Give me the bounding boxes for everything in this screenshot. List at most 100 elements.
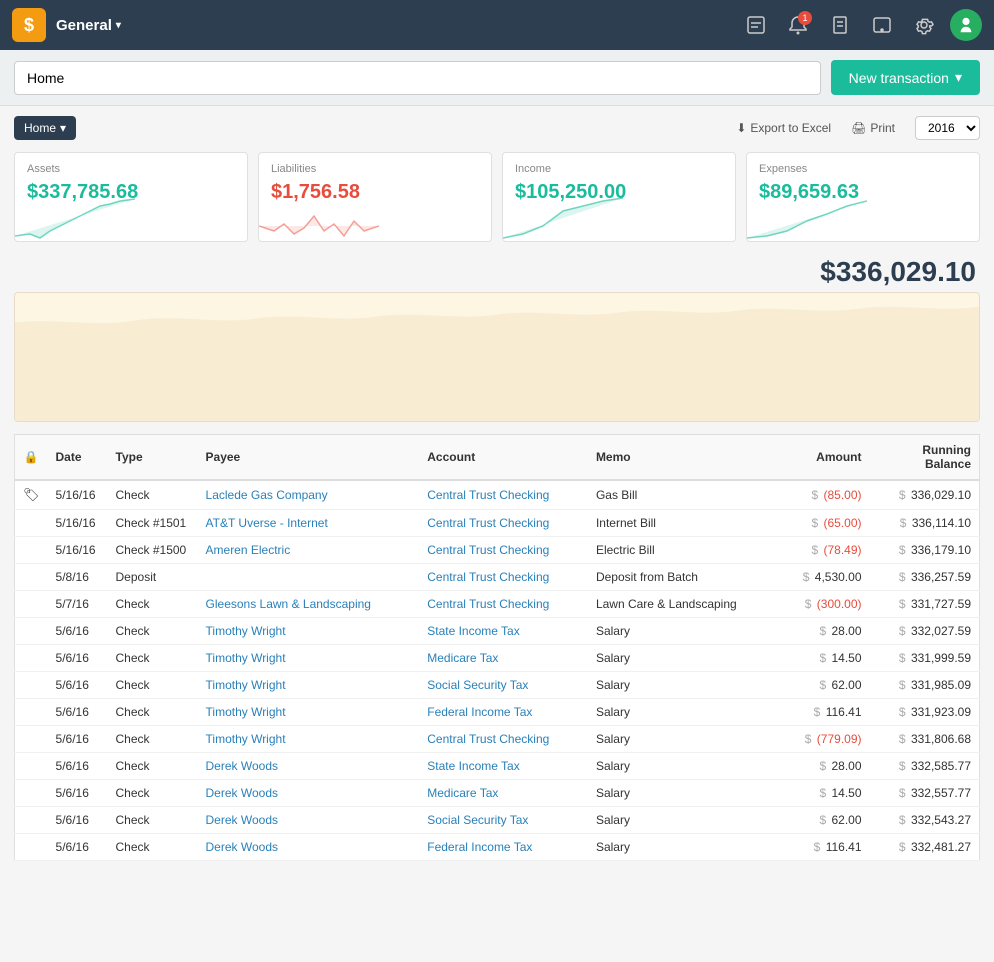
- payee-cell[interactable]: Timothy Wright: [198, 645, 420, 672]
- account-link[interactable]: Medicare Tax: [427, 786, 498, 800]
- home-button[interactable]: Home ▾: [14, 116, 76, 140]
- payee-cell[interactable]: Timothy Wright: [198, 726, 420, 753]
- payee-link[interactable]: Derek Woods: [206, 813, 278, 827]
- account-link[interactable]: Central Trust Checking: [427, 732, 549, 746]
- account-cell[interactable]: Social Security Tax: [419, 807, 588, 834]
- payee-cell[interactable]: Derek Woods: [198, 753, 420, 780]
- date-cell: 5/6/16: [48, 726, 108, 753]
- account-cell[interactable]: State Income Tax: [419, 618, 588, 645]
- flag-cell: [15, 564, 48, 591]
- user-avatar[interactable]: [950, 9, 982, 41]
- account-cell[interactable]: Central Trust Checking: [419, 564, 588, 591]
- payee-cell[interactable]: Timothy Wright: [198, 672, 420, 699]
- table-row[interactable]: 5/6/16 Check Derek Woods Federal Income …: [15, 834, 980, 861]
- payee-link[interactable]: Timothy Wright: [206, 678, 286, 692]
- export-excel-link[interactable]: ⬇ Export to Excel: [736, 121, 831, 135]
- account-link[interactable]: Social Security Tax: [427, 813, 528, 827]
- table-row[interactable]: 5/7/16 Check Gleesons Lawn & Landscaping…: [15, 591, 980, 618]
- memo-header[interactable]: Memo: [588, 435, 780, 481]
- table-row[interactable]: 5/6/16 Check Timothy Wright State Income…: [15, 618, 980, 645]
- home-select[interactable]: Home: [14, 61, 821, 95]
- notification-icon[interactable]: 1: [782, 9, 814, 41]
- settings-icon[interactable]: [908, 9, 940, 41]
- account-cell[interactable]: Central Trust Checking: [419, 510, 588, 537]
- date-header[interactable]: Date: [48, 435, 108, 481]
- account-link[interactable]: State Income Tax: [427, 759, 520, 773]
- new-transaction-button[interactable]: New transaction ▾: [831, 60, 980, 95]
- account-cell[interactable]: State Income Tax: [419, 753, 588, 780]
- table-row[interactable]: 5/16/16 Check #1501 AT&T Uverse - Intern…: [15, 510, 980, 537]
- payee-link[interactable]: Timothy Wright: [206, 705, 286, 719]
- payee-cell[interactable]: Timothy Wright: [198, 699, 420, 726]
- account-link[interactable]: Central Trust Checking: [427, 597, 549, 611]
- table-row[interactable]: 5/6/16 Check Timothy Wright Social Secur…: [15, 672, 980, 699]
- table-row[interactable]: 5/16/16 Check #1500 Ameren Electric Cent…: [15, 537, 980, 564]
- payee-link[interactable]: Gleesons Lawn & Landscaping: [206, 597, 371, 611]
- payee-cell[interactable]: [198, 564, 420, 591]
- table-row[interactable]: 5/8/16 Deposit Central Trust Checking De…: [15, 564, 980, 591]
- app-title[interactable]: General ▾: [56, 17, 121, 34]
- payee-cell[interactable]: Derek Woods: [198, 780, 420, 807]
- table-row[interactable]: 🏷 5/16/16 Check Laclede Gas Company Cent…: [15, 480, 980, 510]
- tablet-icon[interactable]: [866, 9, 898, 41]
- account-cell[interactable]: Social Security Tax: [419, 672, 588, 699]
- account-cell[interactable]: Central Trust Checking: [419, 480, 588, 510]
- account-link[interactable]: Central Trust Checking: [427, 488, 549, 502]
- payee-link[interactable]: Timothy Wright: [206, 732, 286, 746]
- type-cell: Deposit: [108, 564, 198, 591]
- amount-header[interactable]: Amount: [780, 435, 870, 481]
- amount-value: 28.00: [831, 759, 861, 773]
- account-cell[interactable]: Medicare Tax: [419, 780, 588, 807]
- payee-cell[interactable]: Gleesons Lawn & Landscaping: [198, 591, 420, 618]
- payee-cell[interactable]: Ameren Electric: [198, 537, 420, 564]
- payee-cell[interactable]: Derek Woods: [198, 834, 420, 861]
- balance-value: 336,029.10: [911, 488, 971, 502]
- payee-link[interactable]: AT&T Uverse - Internet: [206, 516, 328, 530]
- payee-link[interactable]: Ameren Electric: [206, 543, 291, 557]
- table-row[interactable]: 5/6/16 Check Timothy Wright Medicare Tax…: [15, 645, 980, 672]
- account-link[interactable]: Medicare Tax: [427, 651, 498, 665]
- year-select[interactable]: 2016: [915, 116, 980, 140]
- account-link[interactable]: Central Trust Checking: [427, 570, 549, 584]
- payee-cell[interactable]: Timothy Wright: [198, 618, 420, 645]
- memo-cell: Salary: [588, 699, 780, 726]
- payee-cell[interactable]: Laclede Gas Company: [198, 480, 420, 510]
- payee-link[interactable]: Derek Woods: [206, 840, 278, 854]
- payee-link[interactable]: Timothy Wright: [206, 651, 286, 665]
- account-cell[interactable]: Central Trust Checking: [419, 537, 588, 564]
- payee-cell[interactable]: Derek Woods: [198, 807, 420, 834]
- dollar-sign: $: [811, 516, 818, 530]
- payee-link[interactable]: Timothy Wright: [206, 624, 286, 638]
- payee-link[interactable]: Derek Woods: [206, 786, 278, 800]
- payee-header[interactable]: Payee: [198, 435, 420, 481]
- account-cell[interactable]: Federal Income Tax: [419, 834, 588, 861]
- balance-header[interactable]: Running Balance: [870, 435, 980, 481]
- account-cell[interactable]: Federal Income Tax: [419, 699, 588, 726]
- account-link[interactable]: State Income Tax: [427, 624, 520, 638]
- account-link[interactable]: Central Trust Checking: [427, 516, 549, 530]
- table-row[interactable]: 5/6/16 Check Derek Woods State Income Ta…: [15, 753, 980, 780]
- amount-value: (65.00): [823, 516, 861, 530]
- account-cell[interactable]: Central Trust Checking: [419, 591, 588, 618]
- balance-cell: $ 336,257.59: [870, 564, 980, 591]
- table-row[interactable]: 5/6/16 Check Derek Woods Medicare Tax Sa…: [15, 780, 980, 807]
- print-link[interactable]: 🖨 Print: [851, 121, 895, 135]
- document-icon[interactable]: [824, 9, 856, 41]
- account-cell[interactable]: Medicare Tax: [419, 645, 588, 672]
- account-link[interactable]: Social Security Tax: [427, 678, 528, 692]
- reports-icon[interactable]: [740, 9, 772, 41]
- type-cell: Check: [108, 591, 198, 618]
- table-row[interactable]: 5/6/16 Check Timothy Wright Central Trus…: [15, 726, 980, 753]
- payee-link[interactable]: Laclede Gas Company: [206, 488, 328, 502]
- payee-link[interactable]: Derek Woods: [206, 759, 278, 773]
- account-cell[interactable]: Central Trust Checking: [419, 726, 588, 753]
- table-row[interactable]: 5/6/16 Check Timothy Wright Federal Inco…: [15, 699, 980, 726]
- account-link[interactable]: Federal Income Tax: [427, 840, 532, 854]
- account-link[interactable]: Federal Income Tax: [427, 705, 532, 719]
- balance-cell: $ 332,543.27: [870, 807, 980, 834]
- payee-cell[interactable]: AT&T Uverse - Internet: [198, 510, 420, 537]
- table-row[interactable]: 5/6/16 Check Derek Woods Social Security…: [15, 807, 980, 834]
- type-header[interactable]: Type: [108, 435, 198, 481]
- account-link[interactable]: Central Trust Checking: [427, 543, 549, 557]
- account-header[interactable]: Account: [419, 435, 588, 481]
